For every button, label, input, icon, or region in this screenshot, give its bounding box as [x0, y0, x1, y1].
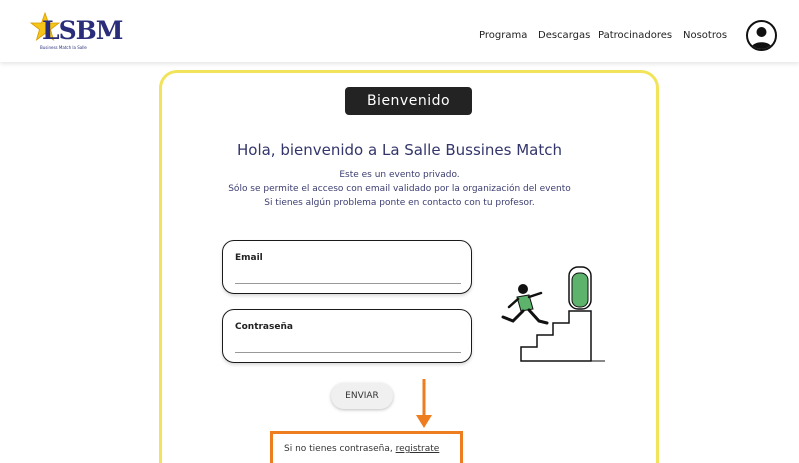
register-highlight-box: Si no tienes contraseña, registrate — [270, 431, 463, 463]
email-underline — [235, 283, 461, 284]
person-climbing-stairs-illustration — [501, 266, 605, 362]
nav-programa[interactable]: Programa — [479, 30, 527, 41]
password-label: Contraseña — [235, 322, 293, 332]
register-link[interactable]: registrate — [396, 444, 440, 454]
welcome-badge: Bienvenido — [345, 87, 472, 115]
register-prefix: Si no tienes contraseña, — [284, 444, 396, 454]
email-label: Email — [235, 253, 263, 263]
logo-text: LSBM — [42, 16, 123, 45]
site-logo[interactable]: LSBM Business Match la Salle — [30, 12, 126, 52]
nav-nosotros[interactable]: Nosotros — [683, 30, 727, 41]
password-input[interactable] — [235, 337, 461, 351]
logo-subtitle: Business Match la Salle — [40, 45, 87, 50]
user-avatar-icon — [751, 27, 772, 49]
password-field[interactable]: Contraseña — [222, 309, 472, 363]
email-input[interactable] — [235, 268, 461, 282]
arrow-down-icon — [416, 379, 432, 428]
info-line-1: Este es un evento privado. — [339, 170, 460, 180]
top-header: LSBM Business Match la Salle Programa De… — [0, 0, 799, 62]
info-line-3: Si tienes algún problema ponte en contac… — [264, 198, 535, 208]
email-field[interactable]: Email — [222, 240, 472, 294]
password-underline — [235, 352, 461, 353]
page-title: Hola, bienvenido a La Salle Bussines Mat… — [236, 141, 563, 159]
submit-button[interactable]: ENVIAR — [331, 383, 393, 409]
register-prompt: Si no tienes contraseña, registrate — [284, 444, 439, 454]
nav-descargas[interactable]: Descargas — [538, 30, 590, 41]
info-line-2: Sólo se permite el acceso con email vali… — [228, 184, 571, 194]
user-avatar-button[interactable] — [746, 20, 777, 51]
nav-patrocinadores[interactable]: Patrocinadores — [598, 30, 672, 41]
